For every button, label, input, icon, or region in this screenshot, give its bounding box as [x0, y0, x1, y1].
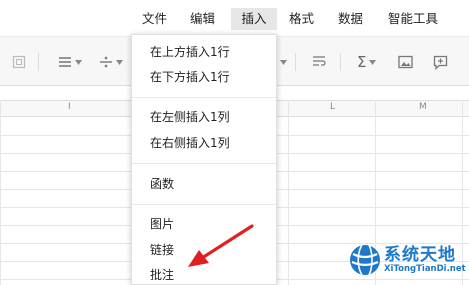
menu-format[interactable]: 格式 [283, 8, 320, 30]
grid-line [0, 100, 1, 285]
insert-comment[interactable]: 批注 [150, 266, 174, 284]
insert-link[interactable]: 链接 [150, 241, 174, 259]
menu-insert[interactable]: 插入 [231, 8, 277, 30]
chevron-down-icon [116, 59, 123, 65]
image-icon[interactable] [398, 53, 413, 71]
watermark-title: 系统天地 [384, 245, 456, 265]
insert-column-right[interactable]: 在右侧插入1列 [150, 134, 230, 152]
menu-smart-tools[interactable]: 智能工具 [382, 8, 444, 30]
red-arrow-annotation [188, 224, 254, 267]
wrap-icon[interactable] [312, 53, 326, 71]
insert-image[interactable]: 图片 [150, 215, 174, 233]
chevron-down-icon [75, 59, 82, 65]
column-letter[interactable]: L [330, 102, 335, 112]
insert-row-below[interactable]: 在下方插入1行 [150, 68, 230, 86]
column-letter[interactable]: I [68, 102, 71, 112]
insert-function[interactable]: 函数 [150, 175, 174, 193]
menu-file[interactable]: 文件 [136, 8, 173, 30]
comment-add-icon[interactable] [433, 53, 448, 71]
column-letter[interactable]: M [419, 102, 427, 112]
watermark-subtitle: XiTongTianDi.net [384, 264, 466, 274]
divide-icon[interactable] [99, 53, 123, 71]
menu-bar: 文件 编辑 插入 格式 数据 智能工具 [0, 0, 469, 36]
grid-line [288, 100, 289, 285]
menu-separator [132, 163, 276, 164]
toolbar-separator [38, 53, 39, 71]
chevron-down-icon[interactable] [280, 53, 287, 71]
menu-separator [132, 204, 276, 205]
globe-logo-icon [350, 244, 380, 276]
toolbar-separator [340, 53, 341, 71]
align-icon[interactable] [58, 53, 82, 71]
insert-row-above[interactable]: 在上方插入1行 [150, 43, 230, 61]
insert-column-left[interactable]: 在左侧插入1列 [150, 108, 230, 126]
chevron-down-icon [369, 59, 377, 65]
watermark-logo: 系统天地 XiTongTianDi.net [348, 238, 469, 285]
menu-separator [132, 97, 276, 98]
menu-edit[interactable]: 编辑 [184, 8, 221, 30]
frame-icon[interactable] [12, 53, 26, 71]
sum-icon[interactable]: Σ [357, 53, 377, 71]
toolbar-separator [295, 53, 296, 71]
menu-data[interactable]: 数据 [332, 8, 369, 30]
